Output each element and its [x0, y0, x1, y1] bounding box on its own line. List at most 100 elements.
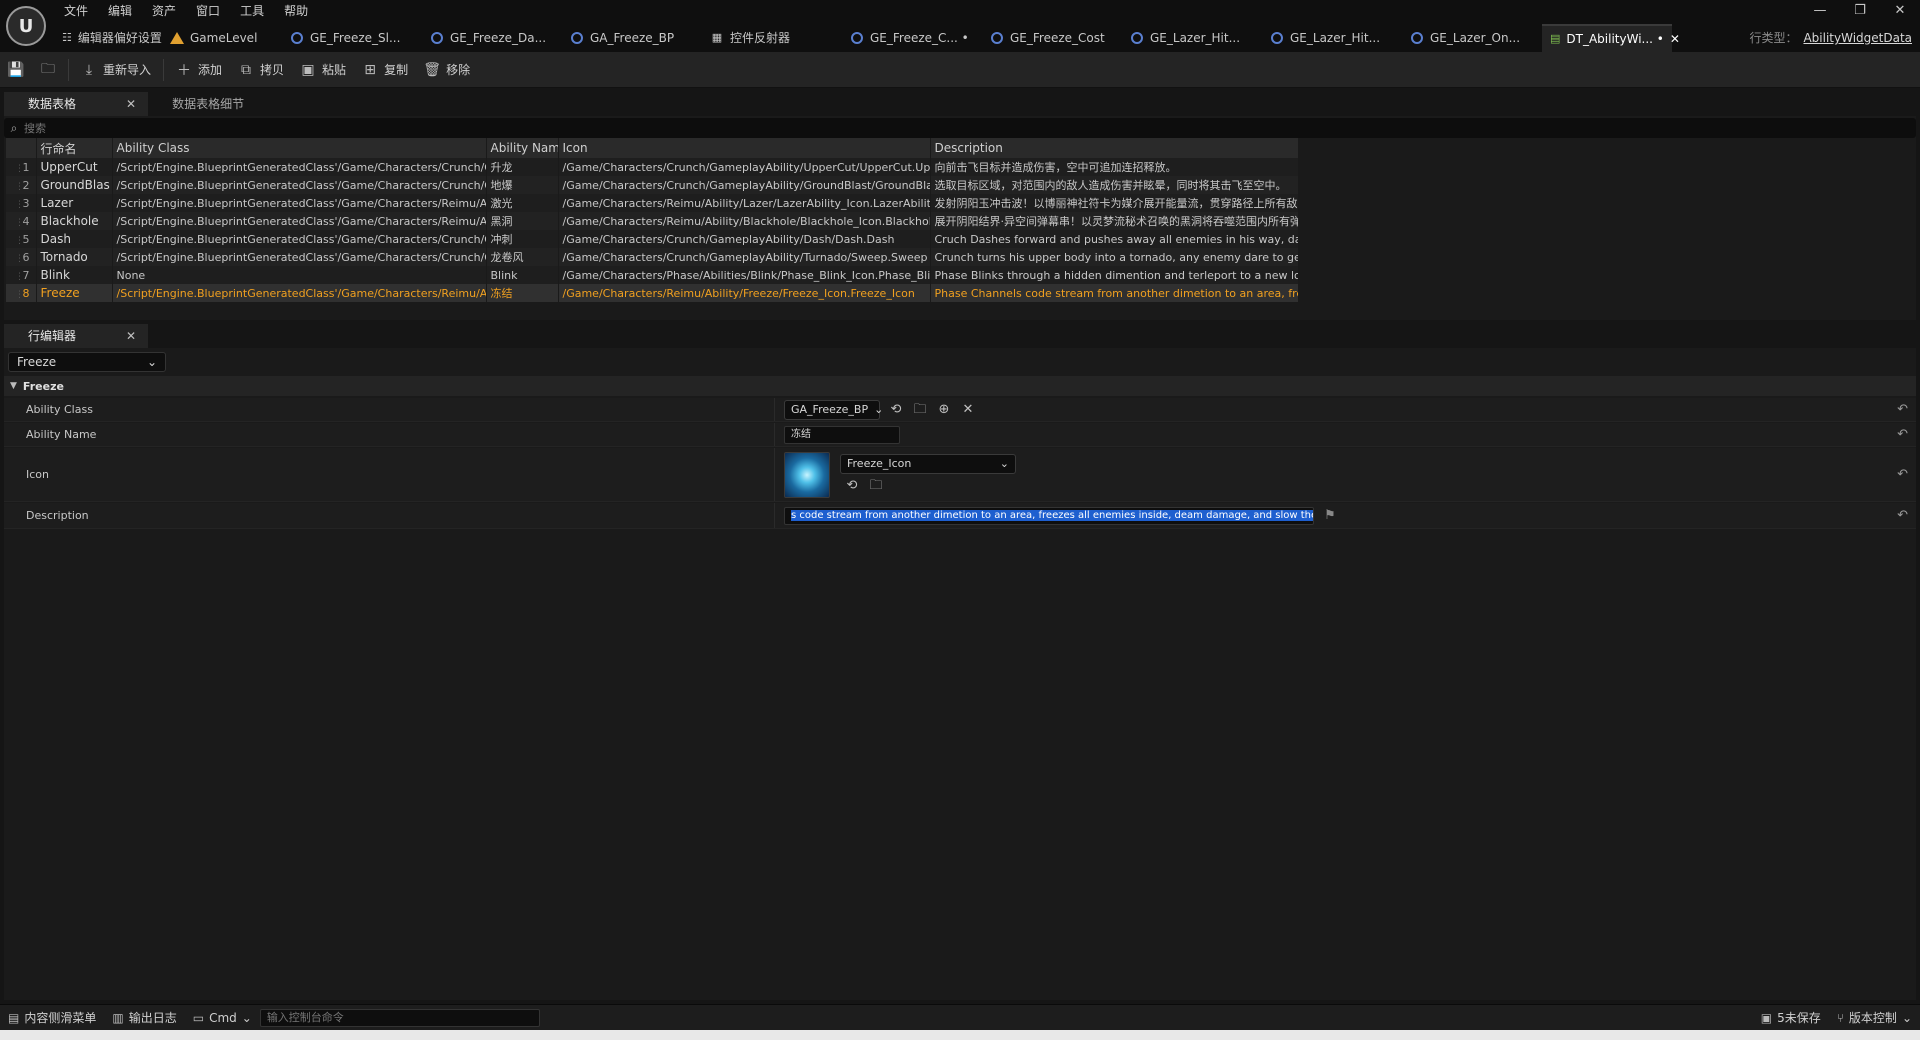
use-selected-icon[interactable]: ⟲ [888, 402, 904, 418]
blueprint-icon [430, 31, 444, 45]
tab-ge-freeze-c[interactable]: GE_Freeze_C... • [842, 24, 982, 52]
output-log-label: 输出日志 [128, 1011, 177, 1025]
property-description: Description s code stream from another d… [4, 503, 1916, 529]
menu-help[interactable]: 帮助 [274, 2, 318, 20]
freeze-icon-thumbnail[interactable] [784, 452, 830, 498]
unsaved-button[interactable]: ▣ 5未保存 [1753, 1005, 1829, 1031]
row-name: UpperCut [36, 158, 113, 176]
chevron-down-icon: ⌄ [241, 1010, 252, 1025]
tab-data-table-details[interactable]: 数据表格细节 [148, 92, 256, 116]
property-label: Description [26, 509, 89, 522]
table-row[interactable]: ⋮ 5 Dash /Script/Engine.BlueprintGenerat… [6, 230, 1299, 248]
tab-ge-freeze-cost[interactable]: GE_Freeze_Cost [982, 24, 1122, 52]
close-icon[interactable]: ✕ [126, 324, 136, 348]
search-input[interactable] [24, 121, 1824, 135]
tab-gamelevel[interactable]: GameLevel [162, 24, 282, 52]
reset-to-default-icon[interactable]: ↶ [1897, 467, 1908, 482]
menu-edit[interactable]: 编辑 [98, 2, 142, 20]
browse-asset-icon[interactable]: 🗀 [912, 402, 928, 418]
row-type-link[interactable]: AbilityWidgetData [1803, 24, 1912, 52]
cell-description: 发射阴阳玉冲击波！以博丽神社符卡为媒介展开能量流，贯穿路径上所有敌 [930, 194, 1299, 212]
blueprint-icon [570, 31, 584, 45]
cell-description: 向前击飞目标并造成伤害，空中可追加连招释放。 [930, 158, 1299, 176]
column-header-ability-class[interactable]: Ability Class [112, 138, 487, 158]
ability-name-field[interactable]: 冻结 [784, 426, 900, 444]
ability-class-picker[interactable]: GA_Freeze_BP ⌄ [784, 400, 883, 420]
use-selected-icon[interactable]: ⟲ [844, 478, 860, 494]
copy-button[interactable]: ⧉ 拷贝 [230, 56, 292, 84]
column-divider [774, 503, 775, 528]
add-label: 添加 [198, 63, 223, 77]
console-command-input[interactable] [259, 1008, 540, 1027]
browse-asset-icon[interactable]: 🗀 [868, 478, 884, 494]
table-row-selected[interactable]: ⋮ 8 Freeze /Script/Engine.BlueprintGener… [6, 284, 1299, 302]
output-log-button[interactable]: ▥ 输出日志 [104, 1005, 184, 1031]
add-circle-icon[interactable]: ⊕ [936, 402, 952, 418]
tab-ge-freeze-da[interactable]: GE_Freeze_Da... [422, 24, 562, 52]
tab-widget-reflector[interactable]: ▦ 控件反射器 [702, 24, 842, 52]
content-drawer-button[interactable]: ▤ 内容侧滑菜单 [0, 1005, 104, 1031]
reset-to-default-icon[interactable]: ↶ [1897, 508, 1908, 523]
reset-to-default-icon[interactable]: ↶ [1897, 402, 1908, 417]
table-row[interactable]: ⋮ 3 Lazer /Script/Engine.BlueprintGenera… [6, 194, 1299, 212]
cell-ability-class: /Script/Engine.BlueprintGeneratedClass'/… [112, 158, 487, 176]
description-field[interactable]: s code stream from another dimetion to a… [784, 507, 1314, 525]
tab-ge-lazer-hit-2[interactable]: GE_Lazer_Hit... [1262, 24, 1402, 52]
tab-editor-preferences[interactable]: ☷ 编辑器偏好设置 [54, 24, 162, 52]
row-name: Freeze [36, 284, 113, 302]
remove-button[interactable]: 🗑 移除 [416, 56, 478, 84]
clear-icon[interactable]: ✕ [960, 402, 976, 418]
table-row[interactable]: ⋮ 2 GroundBlas /Script/Engine.BlueprintG… [6, 176, 1299, 194]
tab-ge-lazer-on[interactable]: GE_Lazer_On... [1402, 24, 1542, 52]
tab-close-icon[interactable]: ✕ [1670, 25, 1680, 53]
icon-asset-picker[interactable]: Freeze_Icon ⌄ [840, 454, 1016, 474]
row-index: ⋮ 8 [6, 284, 37, 302]
minimize-icon[interactable]: — [1800, 0, 1840, 22]
save-button[interactable]: 💾 [0, 56, 32, 84]
table-row[interactable]: ⋮ 7 Blink None Blink /Game/Characters/Ph… [6, 266, 1299, 284]
localization-flag-icon[interactable]: ⚑ [1322, 508, 1338, 524]
duplicate-button[interactable]: ⊞ 复制 [354, 56, 416, 84]
row-select-dropdown[interactable]: Freeze ⌄ [8, 352, 166, 372]
cell-description: Cruch Dashes forward and pushes away all… [930, 230, 1299, 248]
source-control-icon: ⑂ [1836, 1010, 1844, 1025]
table-row[interactable]: ⋮ 6 Tornado /Script/Engine.BlueprintGene… [6, 248, 1299, 266]
tab-data-table[interactable]: 数据表格 ✕ [4, 92, 149, 116]
reset-to-default-icon[interactable]: ↶ [1897, 427, 1908, 442]
unreal-logo-icon[interactable]: U [6, 6, 46, 46]
add-row-button[interactable]: ＋ 添加 [168, 56, 230, 84]
cell-icon: /Game/Characters/Crunch/GameplayAbility/… [558, 176, 931, 194]
tab-dt-abilitywidget[interactable]: ▤ DT_AbilityWi... • ✕ [1542, 24, 1680, 52]
tab-row-editor[interactable]: 行编辑器 ✕ [4, 324, 149, 348]
reimport-button[interactable]: ⤓ 重新导入 [73, 56, 159, 84]
cell-ability-name: 激光 [486, 194, 559, 212]
tab-ge-lazer-hit-1[interactable]: GE_Lazer_Hit... [1122, 24, 1262, 52]
table-row[interactable]: ⋮ 1 UpperCut /Script/Engine.BlueprintGen… [6, 158, 1299, 176]
cmd-dropdown[interactable]: ▭ Cmd ⌄ [185, 1005, 260, 1031]
column-header-ability-name[interactable]: Ability Name [486, 138, 559, 158]
column-header-description[interactable]: Description [930, 138, 1299, 158]
restore-icon[interactable]: ❐ [1840, 0, 1880, 22]
column-divider [774, 423, 775, 446]
cell-icon: /Game/Characters/Phase/Abilities/Blink/P… [558, 266, 931, 284]
menu-window[interactable]: 窗口 [186, 2, 230, 20]
source-control-button[interactable]: ⑂ 版本控制 ⌄ [1829, 1005, 1920, 1031]
menu-asset[interactable]: 资产 [142, 2, 186, 20]
close-icon[interactable]: ✕ [126, 92, 136, 116]
section-header[interactable]: ▼ Freeze [4, 376, 1916, 396]
browse-button[interactable]: 🗀 [32, 56, 64, 84]
paste-button[interactable]: ▣ 粘贴 [292, 56, 354, 84]
row-index: ⋮ 7 [6, 266, 37, 284]
property-ability-name: Ability Name 冻结 ↶ [4, 423, 1916, 447]
menu-file[interactable]: 文件 [54, 2, 98, 20]
tab-label: GE_Lazer_On... [1430, 31, 1521, 45]
tab-ge-freeze-sl[interactable]: GE_Freeze_Sl... [282, 24, 422, 52]
table-row[interactable]: ⋮ 4 Blackhole /Script/Engine.BlueprintGe… [6, 212, 1299, 230]
menu-tools[interactable]: 工具 [230, 2, 274, 20]
column-header-icon[interactable]: Icon [558, 138, 931, 158]
tab-ga-freeze-bp[interactable]: GA_Freeze_BP [562, 24, 702, 52]
column-header-row-name[interactable]: 行命名 [36, 138, 113, 158]
close-window-icon[interactable]: ✕ [1880, 0, 1920, 22]
tab-label: 数据表格 [28, 97, 77, 111]
window-controls: — ❐ ✕ [1800, 0, 1920, 22]
